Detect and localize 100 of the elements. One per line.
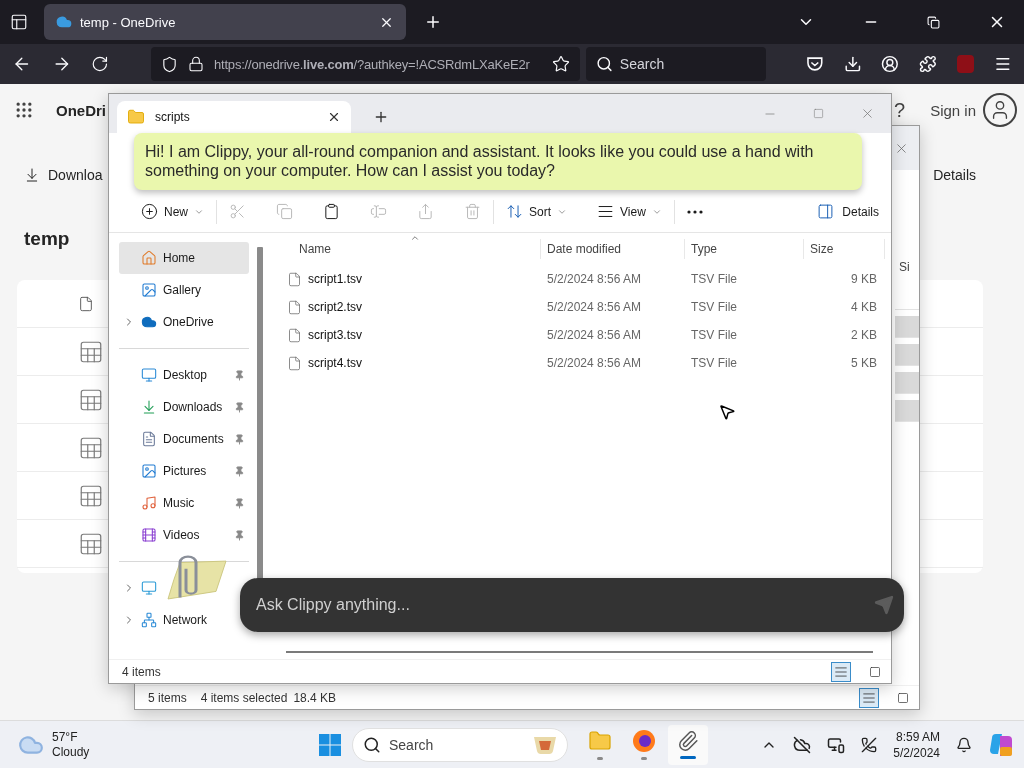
file-name[interactable]: script4.tsv [263,349,541,377]
extensions-icon[interactable] [918,55,937,73]
clock-date[interactable]: 5/2/2024 [893,744,940,761]
cloud-off-icon[interactable] [793,735,812,754]
lock-icon[interactable] [188,56,204,72]
cloud-icon [56,14,72,30]
menu-icon[interactable] [994,55,1012,73]
column-header[interactable]: Date modified [541,239,685,259]
details-view-button[interactable] [831,661,851,682]
folder-icon [588,729,612,753]
view-button[interactable]: View [597,203,662,220]
nav-item[interactable]: Network [119,604,211,636]
nav-item[interactable]: OneDrive [119,306,249,338]
desktop-icon [141,367,157,383]
help-mark[interactable]: ? [894,98,906,122]
item-count: 5 items [148,690,187,705]
list-icon [834,664,848,679]
file-icon [287,271,302,287]
sign-in-link[interactable]: Sign in [930,101,976,119]
file-size: 2 KB [850,327,878,344]
taskbar-search-field[interactable]: Search [352,727,568,762]
restore-icon[interactable] [927,15,940,29]
browser-tab[interactable]: temp - OneDrive [44,4,406,40]
panel-icon [817,203,835,220]
file-size: 4 KB [850,299,878,316]
explorer-tab[interactable]: scripts [117,101,351,133]
sort-icon [506,203,523,220]
tab-list-icon[interactable] [10,13,28,31]
pin-icon [234,497,245,509]
selection-size: 18.4 KB [293,690,337,705]
file-type: TSV File [690,271,738,288]
clock-time[interactable]: 8:59 AM [895,728,940,745]
bookmark-star-icon[interactable] [551,55,570,73]
column-header[interactable]: Name [263,239,541,259]
nav-item[interactable]: Downloads [119,391,249,423]
nav-item[interactable]: Documents [119,423,249,455]
details-button[interactable]: Details [933,167,976,183]
nav-item[interactable]: Desktop [119,359,249,391]
nav-item[interactable]: Pictures [119,455,249,487]
download-icon [24,167,40,183]
file-type: TSV File [690,299,738,316]
tab-title: scripts [155,110,191,124]
app-name: OneDri [56,101,106,119]
column-header[interactable]: Size [804,239,885,259]
pocket-icon[interactable] [805,55,824,73]
file-icon [287,327,302,343]
details-button[interactable]: Details [817,203,879,220]
file-type-icon [78,295,94,312]
account-icon[interactable] [881,55,899,73]
nav-item[interactable]: Music [119,487,249,519]
lines-icon [597,203,615,220]
close-icon[interactable] [327,110,341,124]
details-view-button[interactable] [859,687,879,708]
column-header[interactable]: Type [685,239,804,259]
notification-icon[interactable] [956,736,972,753]
nav-item[interactable]: Home [119,242,249,274]
file-date: 5/2/2024 8:56 AM [546,327,643,344]
more-button[interactable] [686,209,703,214]
new-button[interactable]: New [141,203,204,220]
search-field[interactable]: Search [585,47,766,81]
app-launcher-icon[interactable] [14,100,34,120]
column-header[interactable]: Si [893,260,919,282]
file-date: 5/2/2024 8:56 AM [546,355,643,372]
video-icon [141,527,157,543]
download-button[interactable]: Downloa [24,167,103,183]
search-icon [363,735,381,754]
shield-icon[interactable] [161,55,178,73]
file-name[interactable]: script1.tsv [263,265,541,293]
download-icon [141,399,157,415]
taskbar-app[interactable] [668,724,708,765]
temperature: 57°F [52,729,79,745]
square-icon [897,691,909,704]
avatar-icon[interactable] [983,93,1017,127]
folder-icon [127,108,145,126]
cloud-icon [141,314,157,330]
tab-title: temp - OneDrive [80,14,177,30]
assistant-icon[interactable] [988,731,1014,758]
gallery-icon [141,282,157,298]
file-name[interactable]: script2.tsv [263,293,541,321]
document-icon [141,431,157,447]
download-icon[interactable] [843,55,862,73]
home-icon [141,250,157,266]
pin-icon [234,529,245,541]
network-icon[interactable] [827,735,846,754]
file-icon [287,299,302,315]
folder-title: temp [24,228,70,251]
new-tab-icon[interactable] [424,13,442,31]
chat-input[interactable]: Ask Clippy anything... [240,578,904,632]
file-name[interactable]: script3.tsv [263,321,541,349]
paste-button[interactable] [323,203,340,220]
address-bar[interactable]: https://onedrive.live.com/?authkey=!ACSRdmLXaKeE2r [151,47,580,81]
sort-button[interactable]: Sort [506,203,568,220]
search-icon [595,55,613,73]
nav-item[interactable]: Videos [119,519,249,551]
reload-icon[interactable] [91,55,109,73]
new-tab-icon[interactable] [373,109,389,125]
nav-item[interactable]: Gallery [119,274,249,306]
file-size: 9 KB [850,271,878,288]
start-icon[interactable] [318,732,342,757]
list-icon [862,690,876,705]
